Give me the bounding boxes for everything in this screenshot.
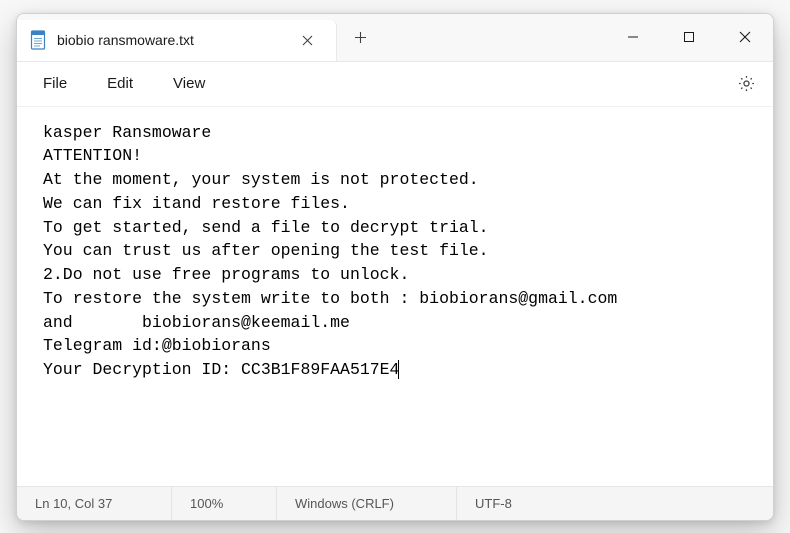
status-eol[interactable]: Windows (CRLF): [277, 487, 457, 520]
line: Your Decryption ID: CC3B1F89FAA517E4: [43, 360, 399, 379]
line: and biobiorans@keemail.me: [43, 313, 350, 332]
new-tab-button[interactable]: [345, 22, 375, 52]
line: ATTENTION!: [43, 146, 142, 165]
line: You can trust us after opening the test …: [43, 241, 489, 260]
close-window-button[interactable]: [717, 14, 773, 61]
status-zoom[interactable]: 100%: [172, 487, 277, 520]
titlebar-drag-area[interactable]: [375, 14, 605, 61]
status-position[interactable]: Ln 10, Col 37: [17, 487, 172, 520]
text-caret: [398, 360, 399, 379]
document-tab[interactable]: biobio ransmoware.txt: [17, 20, 337, 61]
line: 2.Do not use free programs to unlock.: [43, 265, 409, 284]
notepad-window: biobio ransmoware.txt File Edit View: [16, 13, 774, 521]
menu-file[interactable]: File: [25, 69, 85, 98]
settings-button[interactable]: [727, 65, 765, 103]
text-editor-area[interactable]: kasper Ransmoware ATTENTION! At the mome…: [17, 107, 773, 486]
notepad-icon: [29, 29, 47, 51]
maximize-button[interactable]: [661, 14, 717, 61]
minimize-button[interactable]: [605, 14, 661, 61]
window-controls: [605, 14, 773, 61]
line: Telegram id:@biobiorans: [43, 336, 271, 355]
tab-close-button[interactable]: [292, 25, 322, 55]
line: To get started, send a file to decrypt t…: [43, 218, 489, 237]
menu-view[interactable]: View: [155, 69, 223, 98]
line: At the moment, your system is not protec…: [43, 170, 479, 189]
statusbar: Ln 10, Col 37 100% Windows (CRLF) UTF-8: [17, 486, 773, 520]
line: kasper Ransmoware: [43, 123, 211, 142]
menubar: File Edit View: [17, 62, 773, 107]
tab-title: biobio ransmoware.txt: [57, 32, 282, 48]
menu-edit[interactable]: Edit: [89, 69, 151, 98]
status-encoding[interactable]: UTF-8: [457, 487, 567, 520]
titlebar: biobio ransmoware.txt: [17, 14, 773, 62]
line: To restore the system write to both : bi…: [43, 289, 617, 308]
line: We can fix itand restore files.: [43, 194, 350, 213]
